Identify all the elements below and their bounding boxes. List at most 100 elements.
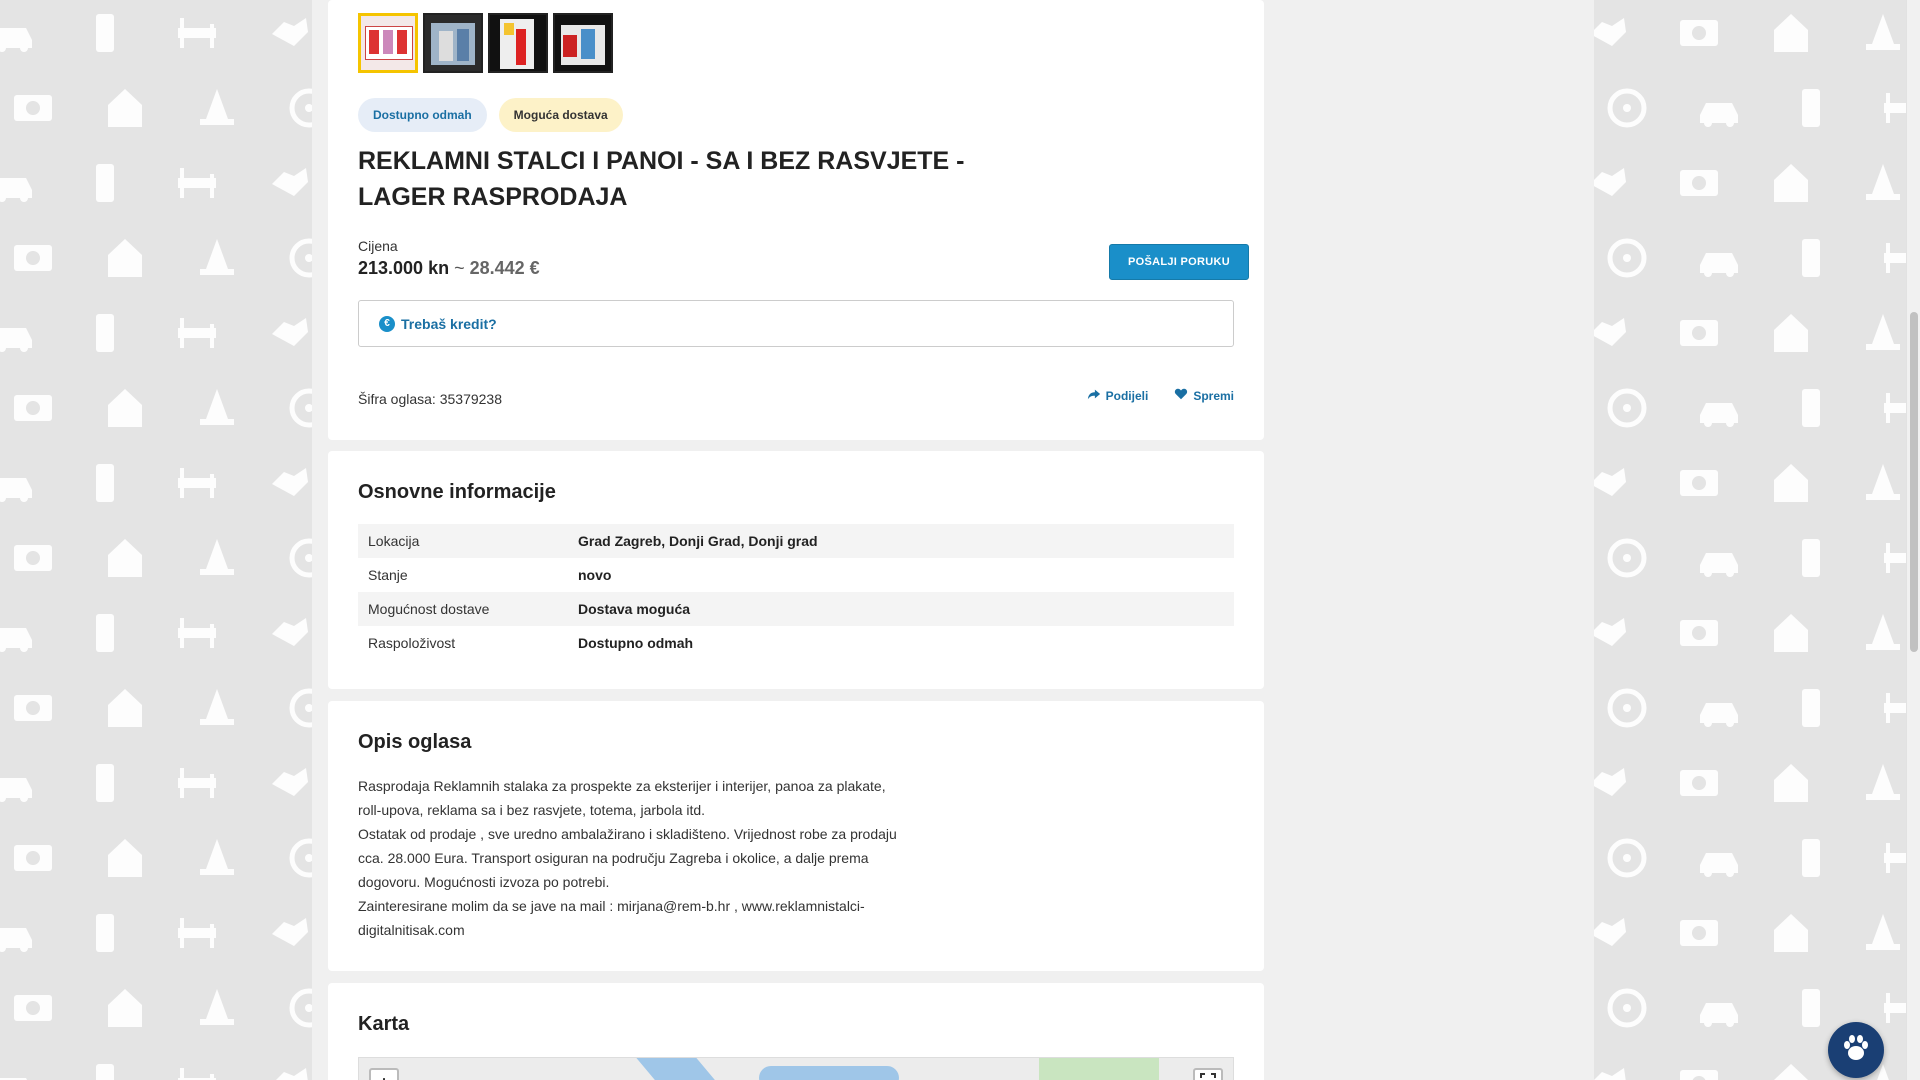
credit-link[interactable]: Trebaš kredit? [401,316,497,332]
thumbnail-3[interactable] [488,13,548,73]
send-message-button[interactable]: POŠALJI PORUKU [1109,244,1249,280]
page-scrollbar[interactable] [1906,0,1920,1080]
pattern-icon [10,685,56,731]
map-water [759,1066,899,1080]
pattern-icon [1604,985,1650,1031]
pattern-icon [1696,85,1742,131]
pattern-icon [82,310,128,356]
ad-code: Šifra oglasa: 35379238 [358,391,502,407]
pattern-icon [1604,85,1650,131]
pattern-icon [1880,85,1906,131]
map[interactable]: + [358,1057,1234,1080]
pattern-icon [1880,685,1906,731]
pattern-icon [194,535,240,581]
chat-button[interactable] [1828,1022,1884,1078]
save-button[interactable]: Spremi [1174,387,1234,404]
table-row: Raspoloživost Dostupno odmah [358,626,1234,660]
pattern-icon [1696,385,1742,431]
info-value: Dostava moguća [578,601,691,617]
pattern-icon [10,535,56,581]
pattern-icon [174,610,220,656]
pattern-icon [1696,535,1742,581]
table-row: Lokacija Grad Zagreb, Donji Grad, Donji … [358,524,1234,558]
zoom-in-button[interactable]: + [369,1068,399,1080]
pattern-icon [82,610,128,656]
pattern-icon [174,910,220,956]
pattern-icon [1860,910,1906,956]
thumbnail-4[interactable] [553,13,613,73]
pattern-icon [1594,1060,1630,1080]
pattern-icon [194,835,240,881]
pattern-icon [194,985,240,1031]
pattern-icon [286,685,312,731]
pattern-icon [1768,1060,1814,1080]
share-button[interactable]: Podijeli [1087,387,1148,404]
pattern-icon [1676,310,1722,356]
pattern-icon [1768,10,1814,56]
info-key: Stanje [368,567,408,583]
pattern-icon [286,85,312,131]
pattern-icon [174,10,220,56]
basic-info-title: Osnovne informacije [358,481,556,503]
description-text: Rasprodaja Reklamnih stalaka za prospekt… [358,774,918,942]
pattern-icon [1768,610,1814,656]
pattern-icon [1880,835,1906,881]
pattern-icon [1788,835,1834,881]
pattern-icon [1604,385,1650,431]
pattern-icon [102,685,148,731]
delivery-badge: Moguća dostava [498,98,623,132]
pattern-icon [102,235,148,281]
pattern-icon [266,1060,312,1080]
pattern-icon [10,835,56,881]
description-line: Zainteresirane molim da se jave na mail … [358,898,865,914]
pattern-icon [1676,1060,1722,1080]
pattern-icon [1880,985,1906,1031]
pattern-icon [266,310,312,356]
pattern-icon [0,460,36,506]
pattern-icon [1604,835,1650,881]
pattern-icon [1860,310,1906,356]
description-line: Ostatak od prodaje , sve uredno ambalaži… [358,826,897,842]
pattern-icon [102,535,148,581]
pattern-icon [1676,160,1722,206]
map-card: Karta + [328,983,1264,1080]
description-line: dogovoru. Mogućnosti izvoza po potrebi. [358,874,610,890]
pattern-icon [266,760,312,806]
pattern-icon [1860,760,1906,806]
thumbnail-2[interactable] [423,13,483,73]
pattern-icon [1594,160,1630,206]
pattern-icon [82,910,128,956]
pattern-icon [1604,235,1650,281]
badge-row: Dostupno odmah Moguća dostava [358,98,623,132]
pattern-icon [82,760,128,806]
pattern-icon [1676,760,1722,806]
heart-icon [1174,387,1188,404]
pattern-icon [194,85,240,131]
pattern-icon [1768,160,1814,206]
price-label: Cijena [358,238,398,254]
credit-link-box[interactable]: € Trebaš kredit? [358,300,1234,347]
pattern-icon [286,535,312,581]
pattern-icon [82,460,128,506]
thumbnail-1[interactable] [358,13,418,73]
pattern-icon [1880,385,1906,431]
pattern-icon [266,610,312,656]
fullscreen-button[interactable] [1193,1068,1223,1080]
pattern-icon [1788,235,1834,281]
pattern-icon [1594,310,1630,356]
pattern-icon [102,85,148,131]
pattern-icon [174,310,220,356]
pattern-icon [10,385,56,431]
pattern-icon [1594,610,1630,656]
table-row: Stanje novo [358,558,1234,592]
description-line: Rasprodaja Reklamnih stalaka za prospekt… [358,778,886,794]
pattern-icon [1788,385,1834,431]
pattern-icon [1696,835,1742,881]
info-key: Mogućnost dostave [368,601,490,617]
price: 213.000 kn ~ 28.442 € [358,258,540,279]
pattern-icon [286,835,312,881]
pattern-icon [1880,535,1906,581]
scrollbar-thumb[interactable] [1910,312,1918,652]
pattern-icon [1860,610,1906,656]
pattern-icon [1696,985,1742,1031]
